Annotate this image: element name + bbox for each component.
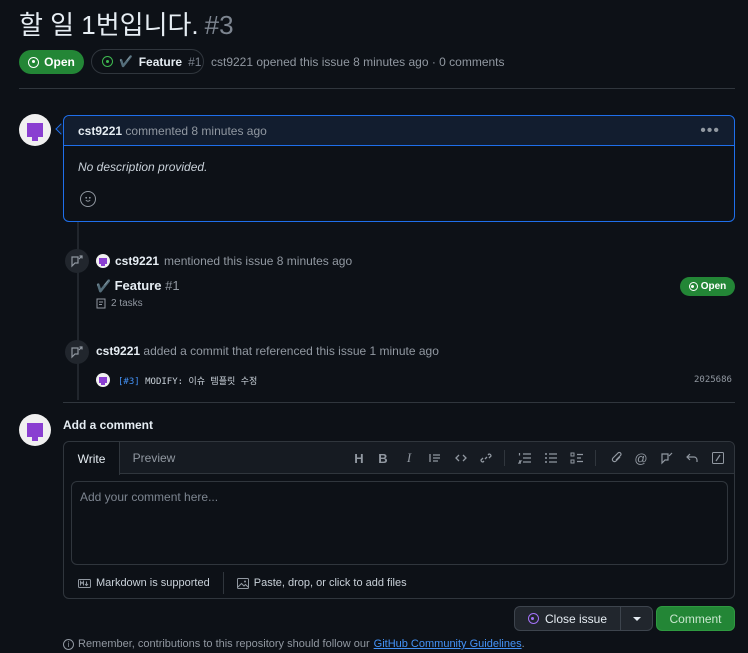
markdown-icon bbox=[78, 578, 91, 588]
link-icon[interactable] bbox=[478, 450, 494, 466]
cross-reference-icon bbox=[65, 249, 89, 273]
close-issue-dropdown-button[interactable] bbox=[620, 606, 653, 631]
smiley-reaction-icon[interactable] bbox=[80, 191, 96, 207]
markdown-note: Markdown is supported bbox=[96, 577, 210, 589]
issue-number: #3 bbox=[204, 10, 234, 40]
add-comment-heading: Add a comment bbox=[63, 418, 154, 432]
slash-command-icon[interactable] bbox=[710, 450, 726, 466]
code-icon[interactable] bbox=[453, 450, 469, 466]
comment-editor: Write Preview H B I @ Markdown is suppor… bbox=[63, 441, 735, 599]
close-issue-button[interactable]: Close issue bbox=[514, 606, 621, 631]
tab-preview[interactable]: Preview bbox=[121, 442, 187, 474]
avatar[interactable] bbox=[96, 254, 110, 268]
comment-header: cst9221 commented 8 minutes ago ••• bbox=[64, 116, 734, 146]
community-guidelines-link[interactable]: GitHub Community Guidelines bbox=[374, 638, 522, 650]
avatar-identicon-icon bbox=[27, 123, 43, 141]
issue-meta: cst9221 opened this issue 8 minutes ago … bbox=[211, 55, 505, 69]
avatar[interactable] bbox=[96, 373, 110, 387]
comment-author-link[interactable]: cst9221 bbox=[78, 124, 122, 138]
toolbar-separator bbox=[504, 450, 505, 466]
referenced-issue-number: #1 bbox=[165, 278, 180, 293]
commit-author-link[interactable]: cst9221 bbox=[96, 344, 140, 358]
tasklist-icon bbox=[96, 298, 106, 309]
referenced-issue-link[interactable]: ✔️ Feature #1 bbox=[96, 278, 180, 293]
footer-separator bbox=[222, 572, 224, 594]
community-guidelines-note: i Remember, contributions to this reposi… bbox=[63, 638, 525, 650]
referenced-issue-tasks: 2 tasks bbox=[96, 298, 143, 309]
issue-opened-text: opened this issue 8 minutes ago · 0 comm… bbox=[256, 55, 505, 69]
comment-action-text: commented 8 minutes ago bbox=[125, 123, 267, 138]
comment-body: No description provided. bbox=[78, 160, 208, 174]
commit-event: cst9221 added a commit that referenced t… bbox=[96, 344, 439, 358]
avatar-identicon-icon bbox=[99, 258, 107, 266]
info-icon: i bbox=[63, 638, 74, 650]
remember-suffix: . bbox=[521, 638, 525, 650]
issue-author-link[interactable]: cst9221 bbox=[211, 55, 253, 69]
commit-sha[interactable]: 2025686 bbox=[694, 375, 732, 385]
triangle-down-icon bbox=[632, 616, 641, 621]
parent-issue-link[interactable]: ✔️ Feature #1 bbox=[91, 49, 204, 74]
mention-author-link[interactable]: cst9221 bbox=[115, 254, 159, 268]
comment-button[interactable]: Comment bbox=[656, 606, 735, 631]
unordered-list-icon[interactable] bbox=[543, 450, 559, 466]
heading-icon[interactable]: H bbox=[351, 450, 367, 466]
divider bbox=[19, 88, 735, 89]
referenced-issue-status-badge: Open bbox=[680, 277, 735, 296]
check-mark-icon: ✔️ bbox=[96, 279, 111, 293]
editor-toolbar: Write Preview H B I @ bbox=[64, 442, 734, 475]
commit-message[interactable]: [#3] MODIFY: 이슈 템플릿 수정 bbox=[118, 374, 257, 387]
attach-files-button[interactable]: Paste, drop, or click to add files bbox=[236, 577, 407, 589]
editor-footer: Markdown is supported Paste, drop, or cl… bbox=[64, 568, 734, 598]
issue-title-text: 할 일 1번입니다. bbox=[19, 10, 199, 40]
referenced-issue-task-count: 2 tasks bbox=[111, 298, 143, 309]
issue-opened-icon bbox=[28, 56, 40, 68]
parent-issue-number: #1 bbox=[188, 54, 202, 69]
reply-icon[interactable] bbox=[684, 450, 700, 466]
commit-action-text: added a commit that referenced this issu… bbox=[143, 344, 439, 358]
divider bbox=[63, 402, 735, 403]
quote-icon[interactable] bbox=[427, 450, 443, 466]
italic-icon[interactable]: I bbox=[401, 450, 417, 466]
mention-event: cst9221 mentioned this issue 8 minutes a… bbox=[96, 254, 352, 268]
tab-write[interactable]: Write bbox=[64, 442, 120, 475]
referenced-issue-status-label: Open bbox=[700, 281, 727, 292]
close-issue-label: Close issue bbox=[544, 611, 608, 626]
parent-issue-name: Feature bbox=[138, 54, 183, 69]
cross-reference-icon[interactable] bbox=[659, 450, 675, 466]
avatar[interactable] bbox=[19, 414, 51, 446]
comment-textarea[interactable] bbox=[71, 481, 728, 565]
markdown-link[interactable]: Markdown is supported bbox=[64, 577, 210, 589]
bold-icon[interactable]: B bbox=[375, 450, 391, 466]
issue-title: 할 일 1번입니다. #3 bbox=[19, 8, 234, 42]
attach-files-note: Paste, drop, or click to add files bbox=[253, 577, 407, 589]
paperclip-icon[interactable] bbox=[609, 450, 625, 466]
issue-status-label: Open bbox=[44, 55, 75, 69]
check-mark-icon: ✔️ bbox=[119, 56, 133, 68]
commit-message-text: MODIFY: 이슈 템플릿 수정 bbox=[139, 376, 258, 387]
toolbar-separator bbox=[595, 450, 596, 466]
mention-icon[interactable]: @ bbox=[633, 450, 649, 466]
commit-row: [#3] MODIFY: 이슈 템플릿 수정 bbox=[96, 373, 257, 387]
remember-text: Remember, contributions to this reposito… bbox=[78, 638, 370, 650]
avatar-identicon-icon bbox=[27, 423, 43, 441]
issue-status-badge: Open bbox=[19, 50, 84, 74]
issue-opened-icon bbox=[688, 282, 698, 291]
issue-opened-icon bbox=[102, 56, 113, 67]
issue-closed-icon bbox=[527, 613, 539, 624]
avatar[interactable] bbox=[19, 114, 51, 146]
mention-action-text: mentioned this issue 8 minutes ago bbox=[164, 254, 353, 268]
kebab-horizontal-icon[interactable]: ••• bbox=[700, 122, 720, 138]
issue-body-comment: cst9221 commented 8 minutes ago ••• No d… bbox=[63, 115, 735, 222]
task-list-icon[interactable] bbox=[569, 450, 585, 466]
image-icon bbox=[236, 577, 249, 589]
ordered-list-icon[interactable] bbox=[517, 450, 533, 466]
referenced-issue-title: Feature bbox=[114, 278, 162, 293]
cross-reference-icon bbox=[65, 340, 89, 364]
avatar-identicon-icon bbox=[99, 377, 107, 385]
commit-issue-ref[interactable]: [#3] bbox=[118, 377, 140, 387]
